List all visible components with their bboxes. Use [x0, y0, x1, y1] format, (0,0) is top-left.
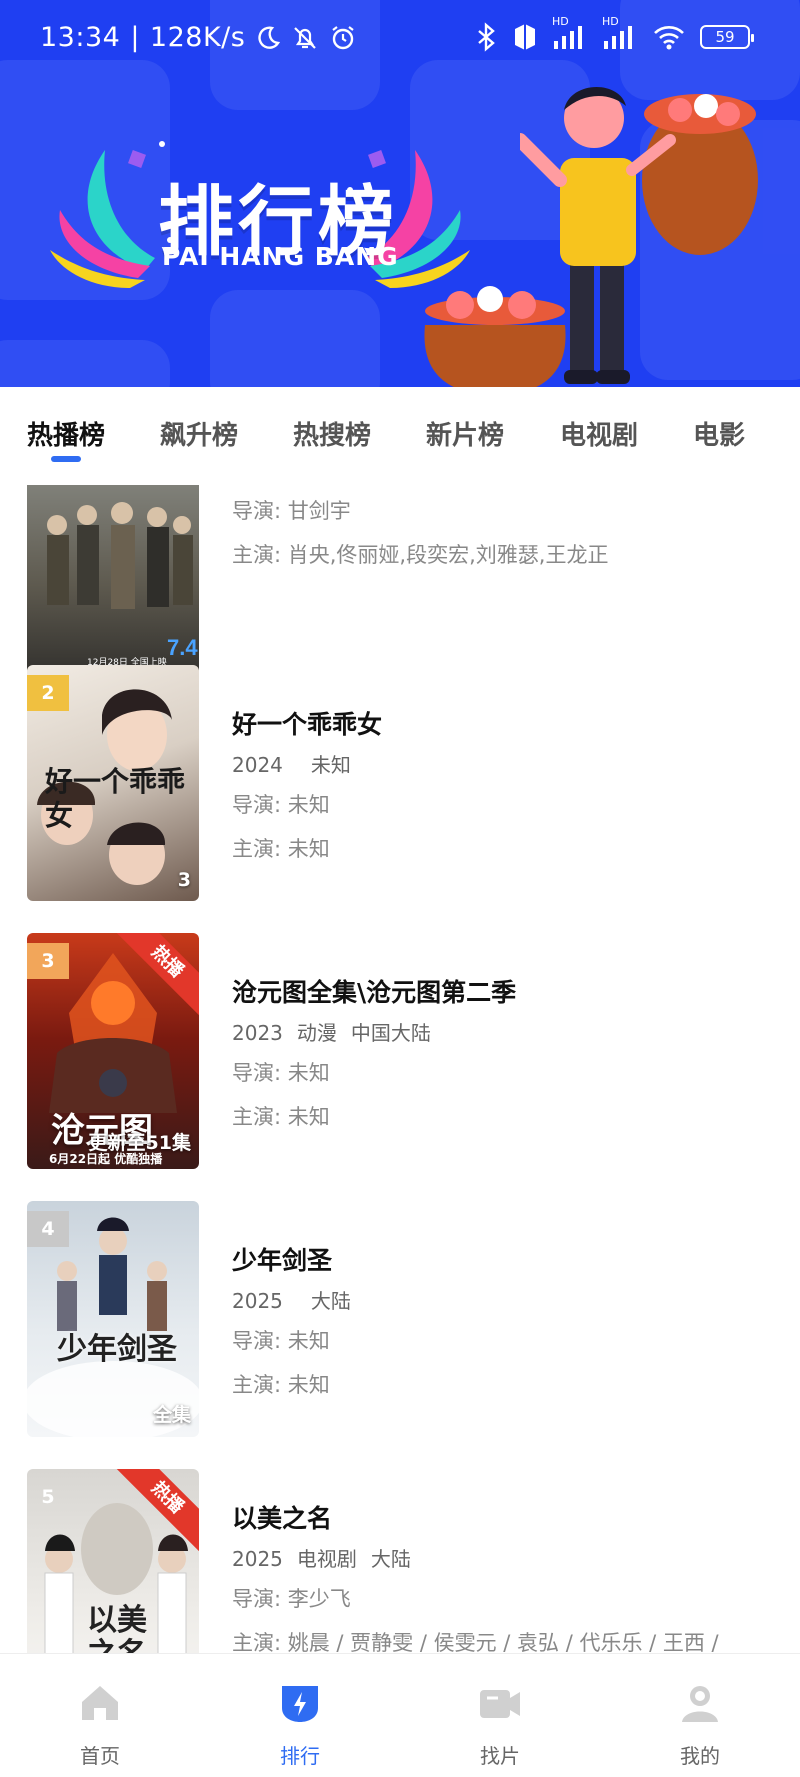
poster-image: 7.4 12月28日 全国上映: [27, 485, 199, 691]
item-info: 少年剑圣 2025 大陆 导演: 未知 主演: 未知: [232, 1241, 792, 1409]
item-title[interactable]: 以美之名: [232, 1499, 792, 1539]
tab-movies[interactable]: 电影: [693, 415, 745, 452]
moon-icon: [258, 25, 281, 49]
rank-badge: 5: [41, 1486, 55, 1508]
tab-hot-search[interactable]: 热搜榜: [293, 415, 371, 452]
item-info: 2024电影大陆 导演: 甘剑宇 主演: 肖央,佟丽娅,段奕宏,刘雅瑟,王龙正: [232, 485, 792, 579]
nav-label: 找片: [480, 1744, 520, 1768]
poster-image: 2 好一个乖乖女 3: [27, 665, 199, 901]
rank-badge: 2: [27, 675, 69, 711]
bell-muted-icon: [294, 26, 317, 49]
list-item[interactable]: 4 少年剑圣 全集 少年剑圣 2025 大陆 导演: 未知 主演: 未知: [0, 1201, 800, 1441]
item-title[interactable]: 少年剑圣: [232, 1241, 792, 1281]
tab-rising[interactable]: 飙升榜: [160, 415, 238, 452]
status-bar: 13:34 | 128K/s HD HD 59: [0, 0, 800, 78]
user-icon: [682, 1686, 718, 1722]
list-item[interactable]: 5 热播 以美之名 以美之名 2025电视剧大陆 导演: 李少飞 主演: 姚晨 …: [0, 1469, 800, 1653]
list-item[interactable]: 2 好一个乖乖女 3 好一个乖乖女 2024 未知 导演: 未知 主演: 未知: [0, 665, 800, 905]
network-speed: 128K/s: [149, 22, 246, 53]
item-director: 导演: 李少飞: [232, 1587, 351, 1611]
rank-badge: 3: [27, 943, 69, 979]
banner-subtitle: PAI HANG BANG: [162, 242, 399, 271]
tab-new-release[interactable]: 新片榜: [426, 415, 504, 452]
item-meta: 2025 电视剧 大陆: [232, 1547, 411, 1571]
item-cast: 主演: 未知: [232, 1105, 330, 1129]
svg-text:7.4: 7.4: [167, 635, 198, 660]
ranking-list[interactable]: 7.4 12月28日 全国上映 2024电影大陆 导演: 甘剑宇 主演: 肖央,…: [0, 485, 800, 1653]
poster-title-text: 少年剑圣: [57, 1332, 177, 1367]
battery-icon: 59: [700, 25, 754, 49]
item-cast: 主演: 肖央,佟丽娅,段奕宏,刘雅瑟,王龙正: [232, 543, 609, 567]
tab-hot-play[interactable]: 热播榜: [27, 415, 105, 452]
cellular-signal-icon: HD: [552, 15, 588, 51]
item-cast: 主演: 未知: [232, 1373, 330, 1397]
item-info: 好一个乖乖女 2024 未知 导演: 未知 主演: 未知: [232, 705, 792, 873]
status-time: 13:34: [40, 22, 121, 53]
video-camera-icon: [480, 1690, 520, 1718]
home-icon: [82, 1686, 118, 1720]
poster-image: 3 热播 沧元图 更新至51集 6月22日起 优酷独播: [27, 933, 199, 1169]
nav-label: 排行: [280, 1744, 320, 1768]
nav-home[interactable]: 首页: [40, 1682, 160, 1769]
rank-badge: 4: [27, 1211, 69, 1247]
item-meta: 2023 动漫 中国大陆: [232, 1021, 431, 1045]
item-title[interactable]: 沧元图全集\沧元图第二季: [232, 973, 792, 1013]
item-cast: 主演: 未知: [232, 837, 330, 861]
poster-title-text: 以美之名: [87, 1603, 147, 1654]
item-director: 导演: 未知: [232, 1061, 330, 1085]
list-item[interactable]: 3 热播 沧元图 更新至51集 6月22日起 优酷独播 沧元图全集\沧元图第二季…: [0, 933, 800, 1173]
item-director: 导演: 未知: [232, 793, 330, 817]
bottom-navigation: 首页 排行 找片 我的: [0, 1653, 800, 1777]
poster-title-text: 好一个乖乖女: [45, 765, 186, 832]
tab-tv-series[interactable]: 电视剧: [560, 415, 638, 452]
item-meta: 2024电影大陆: [232, 485, 792, 491]
nav-label: 首页: [80, 1744, 120, 1768]
nav-find-video[interactable]: 找片: [440, 1682, 560, 1769]
pot-illustration: [424, 286, 566, 387]
wifi-icon: [654, 26, 684, 50]
poster-image: 5 热播 以美之名: [27, 1469, 199, 1653]
nav-label: 我的: [680, 1744, 720, 1768]
shield-icon: [515, 24, 535, 50]
item-info: 沧元图全集\沧元图第二季 2023 动漫 中国大陆 导演: 未知 主演: 未知: [232, 973, 792, 1141]
poster-episode-note: 3: [177, 869, 191, 891]
ranking-logo: 排行榜 PAI HANG BANG: [50, 130, 470, 290]
item-title[interactable]: 好一个乖乖女: [232, 705, 792, 745]
poster-image: 4 少年剑圣 全集: [27, 1201, 199, 1437]
item-meta: 2024 未知: [232, 753, 351, 777]
bluetooth-icon: [478, 22, 495, 52]
item-info: 以美之名 2025 电视剧 大陆 导演: 李少飞 主演: 姚晨 / 贾静雯 / 侯雯…: [232, 1499, 792, 1653]
active-tab-indicator: [51, 456, 81, 462]
item-director: 导演: 未知: [232, 1329, 330, 1353]
ranking-banner: 13:34 | 128K/s HD HD 59 排行榜 PAI HANG BAN…: [0, 0, 800, 387]
nav-profile[interactable]: 我的: [640, 1682, 760, 1769]
item-meta: 2025 大陆: [232, 1289, 351, 1313]
nav-ranking[interactable]: 排行: [240, 1682, 360, 1769]
cellular-signal-icon: HD: [602, 15, 638, 51]
ranking-icon: [282, 1686, 318, 1722]
poster-episode-note: 全集: [152, 1404, 191, 1426]
alarm-icon: [332, 25, 354, 49]
item-director: 导演: 甘剑宇: [232, 499, 351, 523]
item-cast: 主演: 姚晨 / 贾静雯 / 侯雯元 / 袁弘 / 代乐乐 / 王西 /: [232, 1631, 719, 1653]
list-item[interactable]: 7.4 12月28日 全国上映 2024电影大陆 导演: 甘剑宇 主演: 肖央,…: [0, 485, 800, 695]
ranking-tabs: 热播榜 飙升榜 热搜榜 新片榜 电视剧 电影: [0, 387, 800, 485]
poster-release-date: 6月22日起 优酷独播: [49, 1152, 163, 1166]
